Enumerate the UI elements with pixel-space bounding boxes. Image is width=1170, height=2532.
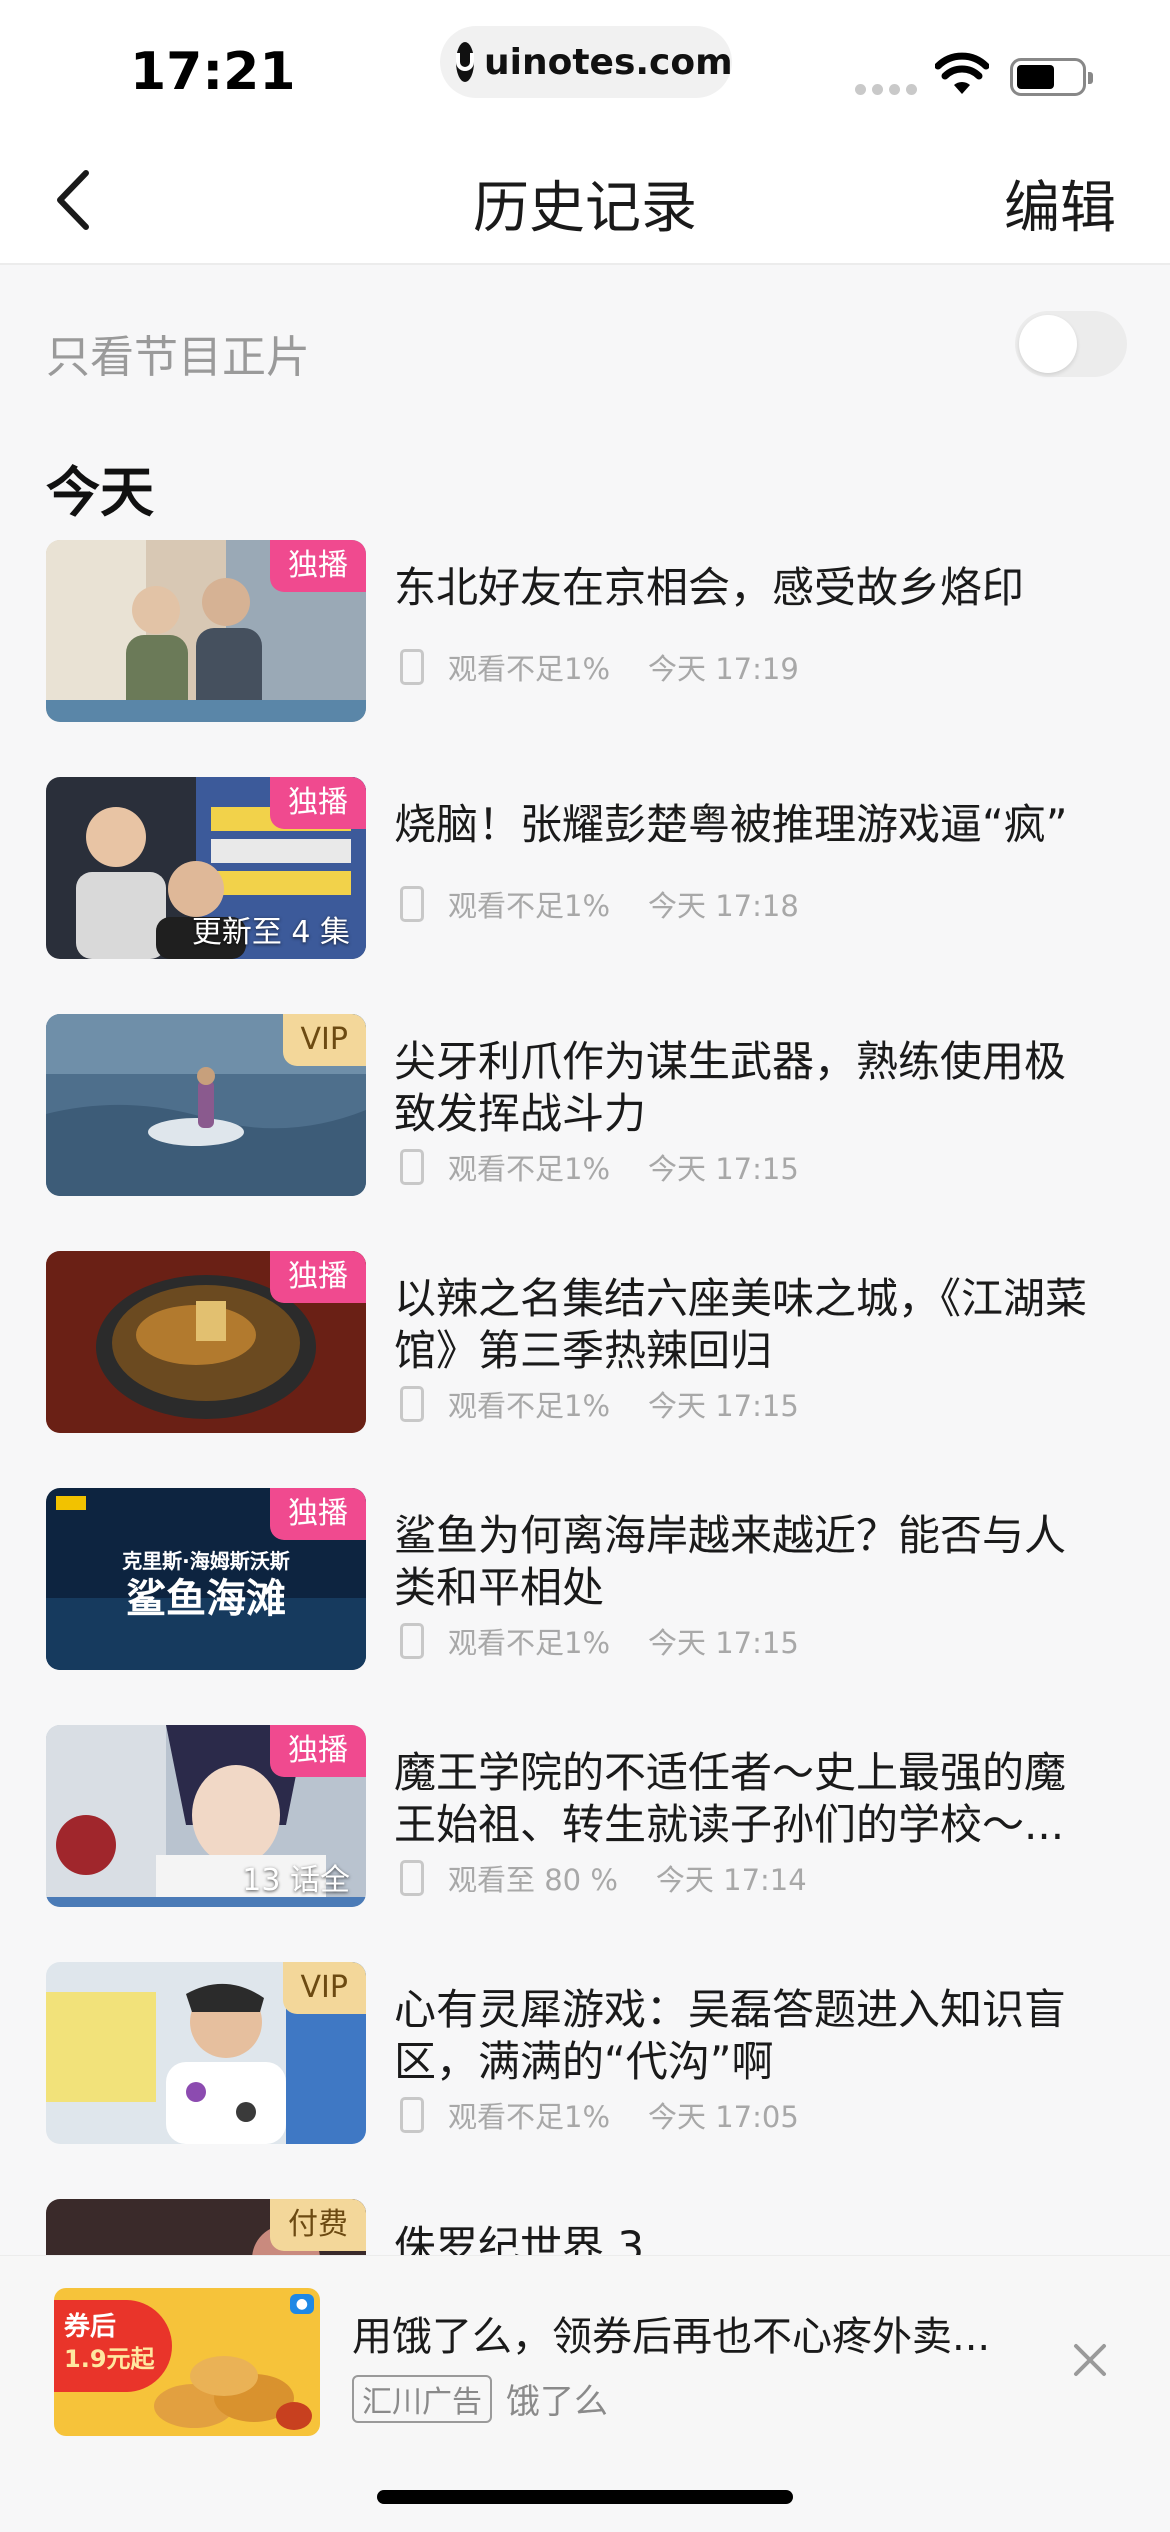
ad-brand-logo-icon: ●	[289, 2294, 314, 2314]
close-icon[interactable]	[1068, 2338, 1112, 2382]
thumbnail-text-top: 克里斯·海姆斯沃斯	[122, 1549, 290, 1573]
list-item[interactable]: VIP 尖牙利爪作为谋生武器，熟练使用极致发挥战斗力 观看不足1% 今天 17:…	[0, 1012, 1170, 1249]
ad-banner[interactable]: 券后 1.9元起 ● 用饿了么，领券后再也不心疼外卖... 汇川广告 饿了么	[0, 2255, 1170, 2470]
wifi-icon	[935, 52, 989, 94]
thumbnail-badge: VIP	[282, 1962, 366, 2014]
item-title[interactable]: 尖牙利爪作为谋生武器，熟练使用极致发挥战斗力	[394, 1036, 1094, 1140]
url-text: uinotes.com	[484, 41, 733, 83]
video-thumbnail[interactable]: VIP	[46, 1014, 366, 1196]
watch-progress: 观看不足1%	[448, 1626, 611, 1660]
video-thumbnail[interactable]: 独播	[46, 1251, 366, 1433]
watch-progress: 观看不足1%	[448, 889, 611, 923]
video-thumbnail[interactable]: 独播	[46, 540, 366, 722]
ad-promo-tag: 券后 1.9元起	[54, 2300, 172, 2392]
watch-progress: 观看不足1%	[448, 1152, 611, 1186]
watch-progress: 观看不足1%	[448, 2100, 611, 2134]
ad-label: 汇川广告	[352, 2374, 492, 2423]
feature-only-toggle[interactable]	[1015, 311, 1127, 377]
item-meta: 观看不足1% 今天 17:05	[400, 2094, 799, 2136]
nav-bar: 历史记录 编辑	[0, 135, 1170, 265]
section-title-today: 今天	[46, 461, 154, 524]
filter-row: 只看节目正片	[0, 265, 1170, 435]
ad-image[interactable]: 券后 1.9元起 ●	[54, 2288, 320, 2436]
thumbnail-badge: 独播	[270, 777, 366, 829]
thumbnail-badge: 付费	[270, 2199, 366, 2251]
list-item[interactable]: 独播 更新至 4 集 烧脑！张耀彭楚粤被推理游戏逼“疯” 观看不足1% 今天 1…	[0, 775, 1170, 1012]
watch-time: 今天 17:05	[648, 2100, 799, 2134]
phone-icon	[400, 1860, 424, 1896]
site-logo-icon	[456, 42, 474, 82]
home-indicator[interactable]	[377, 2490, 793, 2504]
episode-caption: 更新至 4 集	[191, 915, 350, 950]
ad-source: 饿了么	[506, 2382, 608, 2422]
video-thumbnail[interactable]: 独播 13 话全	[46, 1725, 366, 1907]
back-chevron-icon	[57, 170, 89, 230]
thumbnail-text-main: 鲨鱼海滩	[126, 1576, 286, 1622]
phone-icon	[400, 886, 424, 922]
item-meta: 观看不足1% 今天 17:15	[400, 1620, 799, 1662]
watch-progress: 观看不足1%	[448, 652, 611, 686]
watch-time: 今天 17:14	[655, 1863, 807, 1897]
phone-icon	[400, 1149, 424, 1185]
thumbnail-badge: 独播	[270, 1725, 366, 1777]
thumbnail-badge: 独播	[270, 1251, 366, 1303]
thumbnail-badge: VIP	[282, 1014, 366, 1066]
item-title[interactable]: 心有灵犀游戏：吴磊答题进入知识盲区，满满的“代沟”啊	[394, 1984, 1094, 2088]
list-item[interactable]: VIP 心有灵犀游戏：吴磊答题进入知识盲区，满满的“代沟”啊 观看不足1% 今天…	[0, 1960, 1170, 2197]
item-meta: 观看不足1% 今天 17:19	[400, 646, 799, 688]
filter-label: 只看节目正片	[46, 332, 310, 383]
toggle-knob	[1019, 315, 1077, 373]
item-meta: 观看不足1% 今天 17:15	[400, 1383, 799, 1425]
battery-icon	[1010, 58, 1093, 96]
video-thumbnail[interactable]: 克里斯·海姆斯沃斯 鲨鱼海滩 独播	[46, 1488, 366, 1670]
list-item[interactable]: 独播 东北好友在京相会，感受故乡烙印 观看不足1% 今天 17:19	[0, 538, 1170, 775]
history-list: 独播 东北好友在京相会，感受故乡烙印 观看不足1% 今天 17:19 独播 更新	[0, 538, 1170, 2434]
watch-time: 今天 17:15	[648, 1152, 799, 1186]
ad-title[interactable]: 用饿了么，领券后再也不心疼外卖...	[352, 2304, 1042, 2362]
watch-time: 今天 17:18	[648, 889, 799, 923]
watch-time: 今天 17:19	[648, 652, 799, 686]
item-meta: 观看不足1% 今天 17:18	[400, 883, 799, 925]
item-title[interactable]: 魔王学院的不适任者～史上最强的魔王始祖、转生就读子孙们的学校～...	[394, 1747, 1094, 1851]
edit-button[interactable]: 编辑	[1004, 163, 1116, 244]
item-title[interactable]: 鲨鱼为何离海岸越来越近？能否与人类和平相处	[394, 1510, 1094, 1614]
episode-caption: 13 话全	[242, 1863, 350, 1898]
list-item[interactable]: 独播 以辣之名集结六座美味之城，《江湖菜馆》第三季热辣回归 观看不足1% 今天 …	[0, 1249, 1170, 1486]
phone-icon	[400, 1623, 424, 1659]
ad-promo-bottom: 1.9元起	[64, 2345, 155, 2373]
watch-progress: 观看不足1%	[448, 1389, 611, 1423]
video-thumbnail[interactable]: 独播 更新至 4 集	[46, 777, 366, 959]
thumbnail-badge: 独播	[270, 540, 366, 592]
item-title[interactable]: 以辣之名集结六座美味之城，《江湖菜馆》第三季热辣回归	[394, 1273, 1094, 1377]
watch-progress: 观看至 80 %	[448, 1863, 618, 1897]
item-title[interactable]: 东北好友在京相会，感受故乡烙印	[394, 562, 1094, 614]
url-pill[interactable]: uinotes.com	[440, 26, 733, 98]
ad-promo-top: 券后	[64, 2312, 117, 2342]
cellular-signal-icon	[855, 84, 917, 95]
phone-icon	[400, 2097, 424, 2133]
status-bar: 17:21 uinotes.com	[0, 0, 1170, 135]
phone-icon	[400, 1386, 424, 1422]
list-item[interactable]: 克里斯·海姆斯沃斯 鲨鱼海滩 独播 鲨鱼为何离海岸越来越近？能否与人类和平相处 …	[0, 1486, 1170, 1723]
video-thumbnail[interactable]: VIP	[46, 1962, 366, 2144]
item-meta: 观看至 80 % 今天 17:14	[400, 1857, 807, 1899]
item-title[interactable]: 烧脑！张耀彭楚粤被推理游戏逼“疯”	[394, 799, 1094, 851]
back-button[interactable]	[42, 165, 102, 235]
status-time: 17:21	[130, 42, 296, 102]
ad-source-row: 汇川广告 饿了么	[352, 2374, 608, 2423]
item-meta: 观看不足1% 今天 17:15	[400, 1146, 799, 1188]
phone-icon	[400, 649, 424, 685]
list-item[interactable]: 独播 13 话全 魔王学院的不适任者～史上最强的魔王始祖、转生就读子孙们的学校～…	[0, 1723, 1170, 1960]
thumbnail-badge: 独播	[270, 1488, 366, 1540]
watch-time: 今天 17:15	[648, 1389, 799, 1423]
watch-time: 今天 17:15	[648, 1626, 799, 1660]
page-title: 历史记录	[473, 176, 697, 241]
